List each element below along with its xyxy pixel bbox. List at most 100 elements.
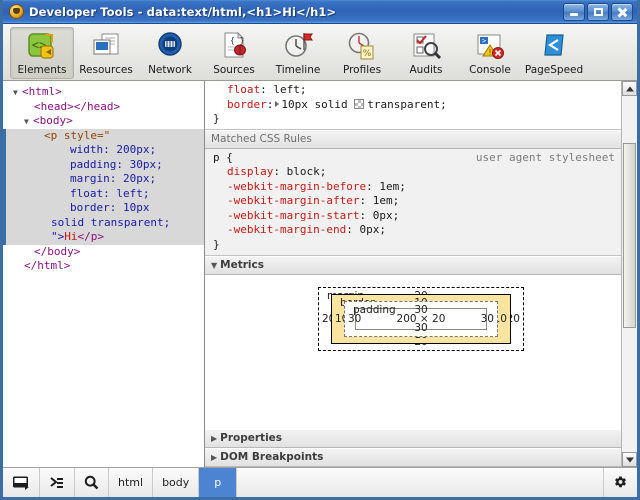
dom-row-label: <html>	[22, 85, 62, 98]
section-title: Properties	[220, 432, 283, 444]
breadcrumb-html[interactable]: html	[109, 468, 154, 497]
status-bar-spacer	[237, 468, 603, 497]
transparent-color-swatch-icon[interactable]	[354, 98, 365, 109]
settings-button[interactable]	[603, 468, 637, 497]
css-property: float	[227, 83, 261, 96]
matched-decl-margin-end[interactable]: -webkit-margin-end: 0px;	[213, 223, 637, 238]
console-drawer-icon	[50, 476, 63, 488]
dom-row-label: padding: 30px;	[70, 157, 163, 171]
scrollbar-thumb[interactable]	[623, 143, 636, 328]
matched-decl-margin-before[interactable]: -webkit-margin-before: 1em;	[213, 180, 637, 195]
close-button[interactable]	[611, 2, 633, 21]
element-style-rule[interactable]: float: left; border: 10px solid transpare…	[205, 81, 637, 130]
css-value: left;	[273, 83, 307, 96]
dom-row-html[interactable]: ▼ <html>	[3, 85, 204, 100]
dom-row-style-margin: margin: 20px;	[6, 172, 204, 187]
dom-row-body[interactable]: ▼ <body>	[3, 114, 204, 129]
expand-shorthand-triangle-icon[interactable]	[275, 100, 280, 107]
dock-window-button[interactable]	[3, 468, 40, 497]
style-decl-float[interactable]: float: left;	[213, 83, 637, 98]
svg-text:!: !	[488, 48, 491, 57]
panel-toolbar: <> Elements Resources Network {} Source…	[3, 24, 637, 81]
dock-window-icon	[13, 476, 29, 490]
tab-elements[interactable]: <> Elements	[10, 27, 74, 79]
tab-audits[interactable]: Audits	[394, 27, 458, 79]
section-header-metrics[interactable]: ▼ Metrics	[205, 256, 637, 275]
disclosure-triangle-icon[interactable]: ▼	[24, 115, 33, 130]
section-header-properties[interactable]: ▶ Properties	[205, 429, 637, 448]
collapsed-sections: ▶ Properties ▶ DOM Breakpoints	[205, 429, 637, 467]
matched-css-rules-body[interactable]: user agent stylesheet p { display: block…	[205, 148, 637, 256]
tab-network-label: Network	[148, 64, 192, 76]
dom-tree: ▼ <html> <head></head> ▼ <body> <p style="…	[3, 81, 204, 274]
style-rule-close-brace: }	[213, 112, 637, 127]
dom-row-label: margin: 20px;	[70, 172, 157, 185]
dom-row-label: <body>	[33, 114, 73, 127]
css-property: -webkit-margin-before	[227, 179, 367, 193]
breadcrumb-body[interactable]: body	[153, 468, 200, 497]
section-header-matched-css-rules[interactable]: Matched CSS Rules	[205, 129, 637, 149]
tab-resources-label: Resources	[79, 64, 133, 76]
sources-icon: { }	[218, 30, 250, 62]
tab-sources-label: Sources	[213, 64, 255, 76]
dom-row-label: <head></head>	[34, 99, 121, 113]
gear-icon	[615, 476, 626, 488]
resources-icon	[90, 30, 122, 62]
selector-text: p {	[213, 150, 233, 164]
search-button[interactable]	[75, 468, 109, 497]
tab-network[interactable]: Network	[138, 27, 202, 79]
tab-resources[interactable]: Resources	[74, 27, 138, 79]
css-property: -webkit-margin-end	[227, 223, 347, 236]
tab-profiles[interactable]: % Profiles	[330, 27, 394, 79]
tab-profiles-label: Profiles	[342, 64, 382, 76]
elements-icon: <>	[26, 30, 58, 62]
css-property: -webkit-margin-after	[227, 194, 360, 207]
dom-row-style-border-cont: solid transparent;	[6, 216, 204, 231]
devtools-shield-icon	[9, 4, 24, 19]
dom-row-label: </body>	[34, 244, 81, 258]
padding-left-value[interactable]: 30	[348, 313, 361, 325]
breadcrumb-label: html	[118, 476, 144, 489]
dom-row-body-close[interactable]: </body>	[3, 245, 204, 260]
tab-console[interactable]: > ! Console	[458, 27, 522, 79]
padding-right-value[interactable]: 30	[481, 313, 494, 325]
dom-row-style-border: border: 10px	[6, 201, 204, 216]
dom-row-head[interactable]: <head></head>	[3, 100, 204, 115]
matched-decl-margin-after[interactable]: -webkit-margin-after: 1em;	[213, 194, 637, 209]
search-icon	[84, 475, 99, 490]
dom-tree-panel[interactable]: ▼ <html> <head></head> ▼ <body> <p style="…	[3, 81, 205, 467]
box-model-padding[interactable]: padding 30 30 30 30 200 × 20	[344, 301, 498, 337]
css-value: block;	[286, 165, 327, 178]
section-title: Metrics	[220, 259, 264, 271]
devtools-window: Developer Tools - data:text/html,<h1>Hi<…	[0, 0, 640, 500]
padding-bottom-value[interactable]: 30	[414, 322, 427, 334]
chevron-right-icon: ▶	[211, 434, 218, 443]
breadcrumb-p[interactable]: p	[199, 468, 238, 497]
brace-glyph: }	[213, 112, 220, 125]
dom-row-html-close[interactable]: </html>	[3, 259, 204, 274]
tab-pagespeed[interactable]: PageSpeed	[522, 27, 586, 79]
scroll-down-button[interactable]	[622, 452, 637, 467]
maximize-button[interactable]	[587, 2, 609, 21]
main-split: ▼ <html> <head></head> ▼ <body> <p style="…	[3, 81, 637, 467]
minimize-button[interactable]	[563, 2, 585, 21]
matched-decl-display[interactable]: display: block;	[213, 165, 637, 180]
scroll-up-button[interactable]	[622, 81, 637, 96]
box-model-margin[interactable]: margin 20 20 20 20 border 10 10 10 10	[318, 287, 524, 351]
console-drawer-button[interactable]	[40, 468, 75, 497]
dom-row-p-selected[interactable]: <p style=" width: 200px; padding: 30px; …	[3, 128, 204, 245]
css-value: 1em;	[372, 194, 400, 207]
css-value: 0px;	[359, 223, 386, 236]
section-header-dom-breakpoints[interactable]: ▶ DOM Breakpoints	[205, 448, 637, 467]
matched-decl-margin-start[interactable]: -webkit-margin-start: 0px;	[213, 209, 637, 224]
brace-glyph: }	[213, 237, 220, 251]
styles-scrollbar[interactable]	[621, 81, 637, 467]
style-decl-border[interactable]: border: 10px solid transparent;	[213, 98, 637, 113]
disclosure-triangle-icon[interactable]: ▼	[13, 86, 22, 101]
console-icon: > !	[474, 30, 506, 62]
tab-timeline[interactable]: Timeline	[266, 27, 330, 79]
box-model-border[interactable]: border 10 10 10 10 padding 30 30 30 30	[331, 294, 511, 344]
tab-sources[interactable]: { } Sources	[202, 27, 266, 79]
tab-audits-label: Audits	[409, 64, 443, 76]
padding-top-value[interactable]: 30	[414, 304, 427, 316]
